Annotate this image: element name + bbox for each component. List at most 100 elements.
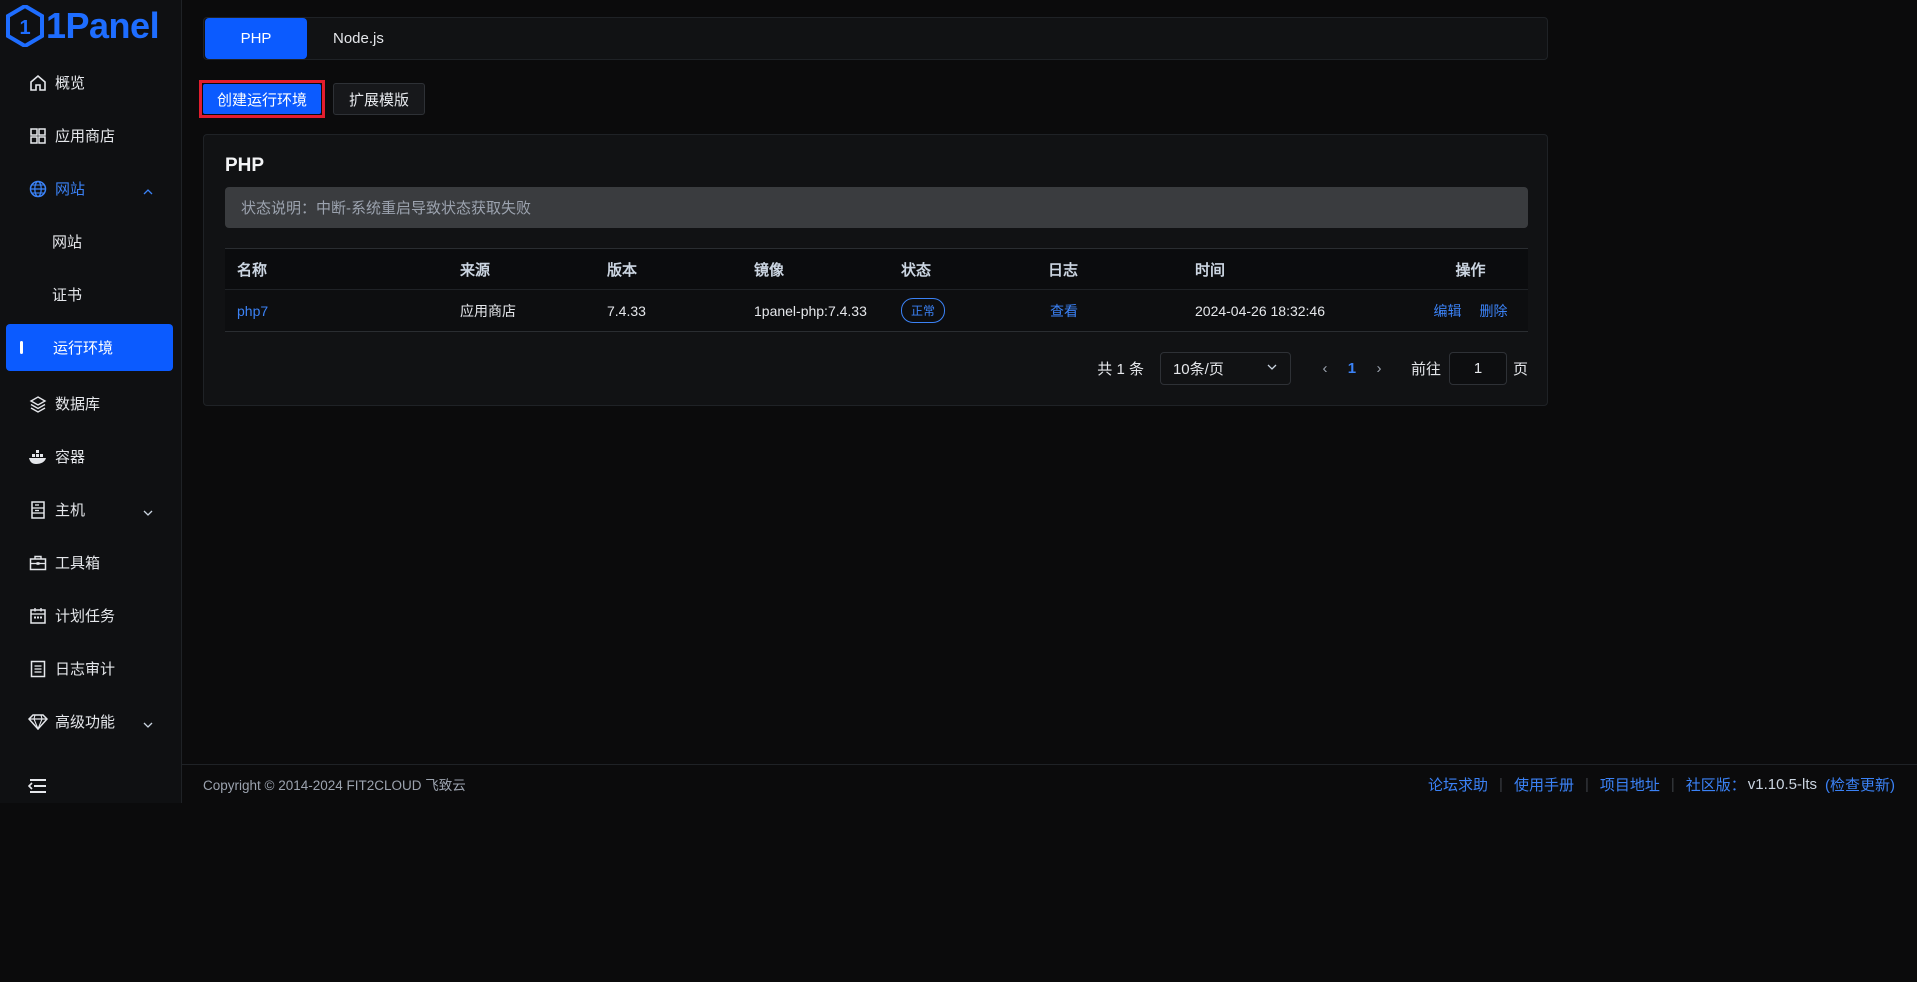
runtime-card: PHP 状态说明：中断-系统重启导致状态获取失败 名称 来源 版本 镜像 状态 … [203,134,1548,406]
runtime-name-link[interactable]: php7 [237,303,268,319]
forum-link[interactable]: 论坛求助 [1428,774,1488,795]
sidebar-item-app-store[interactable]: 应用商店 [6,109,173,162]
col-time: 时间 [1195,261,1226,279]
sidebar-item-host[interactable]: 主机 [6,483,173,536]
home-icon [28,73,48,93]
sidebar-item-label: 应用商店 [55,128,116,145]
page-unit-label: 页 [1512,361,1528,378]
copyright-text: Copyright © 2014-2024 FIT2CLOUD 飞致云 [203,778,466,793]
docker-icon [28,447,48,467]
sidebar-item-label: 网站 [52,234,83,251]
pagination-total: 共 1 条 [1097,361,1144,378]
sidebar-subitem-runtime[interactable]: 运行环境 [6,324,173,371]
sidebar: 1 1Panel 概览 应用商店 网站 网站 证书 运行环境 数据库 容器 主机… [0,0,182,803]
divider: | [1499,775,1503,793]
sidebar-item-toolbox[interactable]: 工具箱 [6,536,173,589]
app-logo[interactable]: 1 1Panel [6,3,160,49]
sidebar-menu: 概览 应用商店 网站 网站 证书 运行环境 数据库 容器 主机 工具箱 计划任务… [6,56,173,748]
delete-button[interactable]: 删除 [1480,301,1508,321]
col-actions: 操作 [1455,261,1486,279]
sidebar-item-label: 主机 [55,502,86,519]
goto-page-input[interactable]: 1 [1448,352,1507,385]
sidebar-item-website[interactable]: 网站 [6,162,173,215]
svg-text:1: 1 [19,17,30,39]
sidebar-item-label: 容器 [55,449,86,466]
manual-link[interactable]: 使用手册 [1514,774,1574,795]
create-runtime-button[interactable]: 创建运行环境 [203,84,322,114]
card-title: PHP [225,155,265,176]
extend-template-button[interactable]: 扩展模版 [333,83,426,115]
sidebar-item-database[interactable]: 数据库 [6,377,173,430]
status-alert: 状态说明：中断-系统重启导致状态获取失败 [225,187,1528,228]
sidebar-item-cron[interactable]: 计划任务 [6,589,173,642]
view-log-link[interactable]: 查看 [1050,303,1078,319]
runtime-table: 名称 来源 版本 镜像 状态 日志 时间 操作 php7 应用商店 7.4.33… [225,248,1528,332]
active-indicator [20,341,23,354]
tab-php[interactable]: PHP [205,18,307,59]
edition-label: 社区版： [1685,776,1746,794]
divider: | [1584,775,1589,793]
cell-image: 1panel-php:7.4.33 [754,302,867,319]
col-name[interactable]: 名称 [225,259,448,280]
server-icon [28,500,48,520]
col-log: 日志 [1048,261,1079,279]
page-number[interactable]: 1 [1335,360,1369,377]
sidebar-item-overview[interactable]: 概览 [6,56,173,109]
page-size-select[interactable]: 10条/页 [1159,352,1291,385]
col-source: 来源 [460,261,491,279]
globe-icon [28,179,48,199]
tab-nodejs[interactable]: Node.js [307,18,410,59]
sidebar-item-advanced[interactable]: 高级功能 [6,695,173,748]
col-status: 状态 [901,261,932,279]
sidebar-item-label: 高级功能 [55,714,116,731]
cell-source: 应用商店 [460,302,516,319]
log-icon [28,659,48,679]
sidebar-item-label: 日志审计 [55,661,116,678]
edit-button[interactable]: 编辑 [1434,301,1462,321]
footer: Copyright © 2014-2024 FIT2CLOUD 飞致云 论坛求助… [182,764,1917,803]
calendar-icon [28,606,48,626]
grid-icon [28,126,48,146]
pagination: 共 1 条 10条/页 ‹ 1 › 前往 1 页 [1097,352,1528,385]
col-image: 镜像 [754,261,785,279]
next-page-icon[interactable]: › [1369,360,1389,377]
sidebar-item-label: 网站 [55,181,86,198]
project-link[interactable]: 项目地址 [1600,774,1660,795]
sidebar-item-label: 运行环境 [53,340,114,357]
main-content: PHP Node.js 创建运行环境 扩展模版 PHP 状态说明：中断-系统重启… [182,0,1917,803]
check-update-link[interactable]: (检查更新) [1825,774,1895,795]
table-header: 名称 来源 版本 镜像 状态 日志 时间 操作 [225,248,1528,290]
status-badge: 正常 [901,298,946,323]
sidebar-item-container[interactable]: 容器 [6,430,173,483]
chevron-down-icon [143,505,153,516]
col-version: 版本 [607,261,638,279]
sidebar-subitem-website[interactable]: 网站 [6,215,173,268]
goto-label: 前往 [1410,361,1441,378]
layers-icon [28,394,48,414]
alert-text: 状态说明：中断-系统重启导致状态获取失败 [241,200,531,217]
page-size-value: 10条/页 [1172,361,1224,378]
diamond-icon [28,712,48,732]
sidebar-item-label: 数据库 [55,396,101,413]
prev-page-icon[interactable]: ‹ [1315,360,1335,377]
table-row: php7 应用商店 7.4.33 1panel-php:7.4.33 正常 查看… [225,290,1528,332]
goto-page-value: 1 [1473,360,1483,377]
divider: | [1670,775,1675,793]
highlight-box: 创建运行环境 [199,80,326,118]
action-bar: 创建运行环境 扩展模版 [199,80,426,118]
sidebar-item-label: 工具箱 [55,555,101,572]
sidebar-item-label: 概览 [55,75,86,92]
cell-version: 7.4.33 [607,302,646,319]
runtime-tabs: PHP Node.js [203,17,1548,60]
chevron-up-icon [143,184,153,194]
sidebar-item-log-audit[interactable]: 日志审计 [6,642,173,695]
cell-time: 2024-04-26 18:32:46 [1195,302,1325,319]
sidebar-item-label: 计划任务 [55,608,116,625]
chevron-down-icon [1266,360,1278,377]
collapse-menu-icon[interactable] [27,777,48,795]
version-text: v1.10.5-lts [1747,775,1817,793]
footer-links: 论坛求助 | 使用手册 | 项目地址 | 社区版： v1.10.5-lts (检… [1428,774,1895,795]
logo-text: 1Panel [46,5,160,46]
sidebar-subitem-certificate[interactable]: 证书 [6,268,173,321]
chevron-down-icon [143,717,153,728]
